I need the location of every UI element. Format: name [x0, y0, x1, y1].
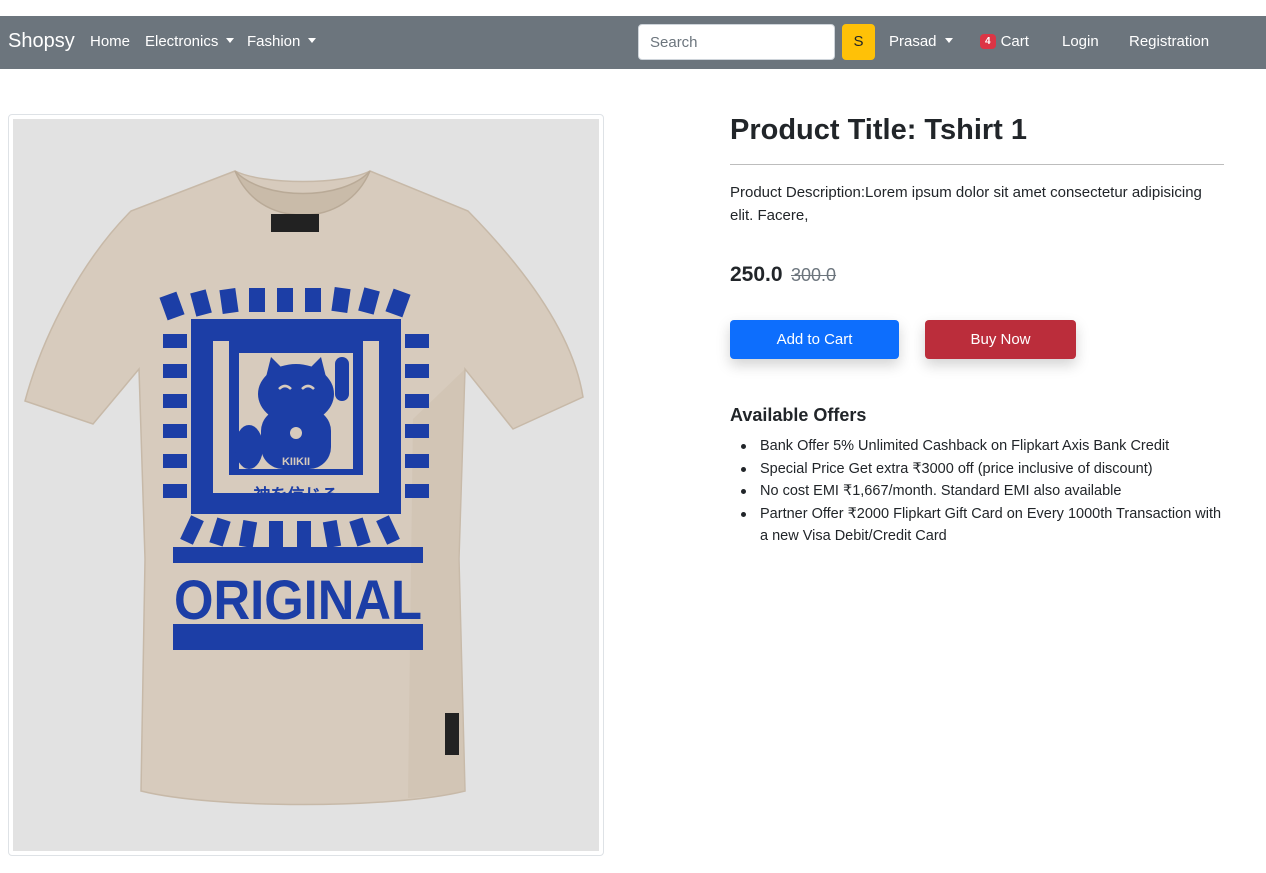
current-price: 250.0 [730, 263, 783, 286]
navbar: Shopsy Home Electronics Fashion S Prasad… [0, 16, 1266, 69]
nav-user-dropdown[interactable]: Prasad [889, 33, 953, 50]
print-original-text: ORIGINAL [174, 568, 422, 631]
product-image[interactable]: KIIKII 神を信じる ORIGINAL [13, 119, 599, 851]
nav-fashion-label: Fashion [247, 33, 301, 50]
offer-item: Bank Offer 5% Unlimited Cashback on Flip… [730, 435, 1224, 458]
hem-tag [445, 713, 459, 755]
nav-electronics-label: Electronics [145, 33, 219, 50]
buy-now-button[interactable]: Buy Now [925, 320, 1076, 359]
title-divider [730, 164, 1224, 165]
product-title: Product Title: Tshirt 1 [730, 114, 1028, 146]
print-brand-text: KIIKII [282, 456, 310, 468]
tshirt-illustration: KIIKII 神を信じる ORIGINAL [24, 170, 584, 806]
nav-fashion-dropdown[interactable]: Fashion [247, 33, 317, 50]
offers-list: Bank Offer 5% Unlimited Cashback on Flip… [730, 435, 1224, 548]
caret-down-icon [226, 38, 235, 43]
original-price: 300.0 [791, 265, 837, 285]
neck-label [271, 214, 319, 232]
offer-item: Special Price Get extra ₹3000 off (price… [730, 458, 1224, 481]
caret-down-icon [944, 38, 953, 43]
nav-registration[interactable]: Registration [1129, 33, 1209, 50]
search-button[interactable]: S [842, 24, 875, 60]
nav-login[interactable]: Login [1062, 33, 1099, 50]
nav-electronics-dropdown[interactable]: Electronics [145, 33, 235, 50]
brand-logo[interactable]: Shopsy [8, 30, 75, 53]
nav-home[interactable]: Home [90, 33, 130, 50]
product-image-frame: KIIKII 神を信じる ORIGINAL [8, 114, 604, 856]
nav-cart[interactable]: 4 Cart [980, 33, 1029, 50]
nav-cart-label: Cart [1000, 33, 1029, 50]
offers-heading: Available Offers [730, 405, 867, 425]
offer-item: No cost EMI ₹1,667/month. Standard EMI a… [730, 480, 1224, 503]
print-jp-text: 神を信じる [254, 485, 339, 506]
cart-count-badge: 4 [980, 34, 996, 49]
nav-user-label: Prasad [889, 33, 937, 50]
search-input[interactable] [638, 24, 835, 60]
add-to-cart-button[interactable]: Add to Cart [730, 320, 899, 359]
offer-item: Partner Offer ₹2000 Flipkart Gift Card o… [730, 503, 1224, 548]
price-block: 250.0 300.0 [730, 263, 836, 287]
top-strip [0, 0, 1266, 16]
product-description: Product Description:Lorem ipsum dolor si… [730, 184, 1202, 224]
caret-down-icon [308, 38, 317, 43]
